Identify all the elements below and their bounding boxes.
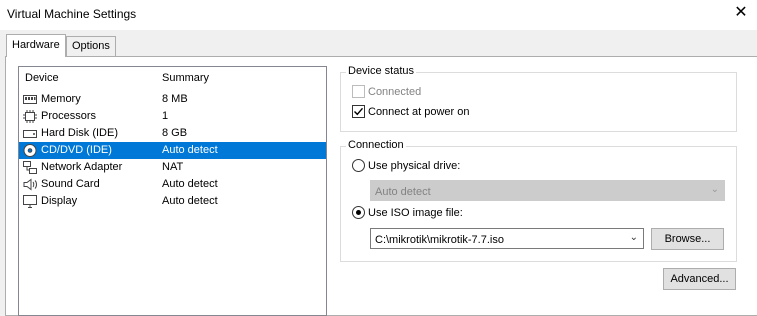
device-summary: NAT <box>162 161 184 173</box>
network-adapter-icon <box>23 161 37 174</box>
device-row-network-adapter[interactable]: Network Adapter NAT <box>19 159 326 176</box>
device-status-title: Device status <box>346 65 417 77</box>
chevron-down-icon: ⌄ <box>710 184 719 195</box>
tab-hardware[interactable]: Hardware <box>6 34 66 57</box>
advanced-button[interactable]: Advanced... <box>663 268 736 290</box>
connected-checkbox[interactable] <box>352 85 365 98</box>
connect-at-power-on-checkbox[interactable] <box>352 105 365 118</box>
tab-options[interactable]: Options <box>66 36 116 56</box>
device-name: Memory <box>41 93 81 105</box>
connect-at-power-on-label: Connect at power on <box>368 106 470 118</box>
column-header-summary[interactable]: Summary <box>162 72 209 84</box>
window-title: Virtual Machine Settings <box>7 7 137 21</box>
use-iso-image-radio[interactable] <box>352 206 365 219</box>
device-name: Processors <box>41 110 97 122</box>
processor-icon <box>23 110 37 123</box>
use-physical-drive-radio[interactable] <box>352 159 365 172</box>
use-physical-drive-label: Use physical drive: <box>368 160 461 172</box>
connected-label: Connected <box>368 86 422 98</box>
device-name: Hard Disk (IDE) <box>41 127 119 139</box>
cd-dvd-icon <box>23 144 37 157</box>
device-status-group <box>340 72 737 132</box>
physical-drive-select[interactable]: Auto detect ⌄ <box>370 180 725 201</box>
sound-card-icon <box>23 178 37 191</box>
device-summary: 1 <box>162 110 169 122</box>
memory-icon <box>23 95 37 104</box>
tab-hardware-label: Hardware <box>12 39 60 51</box>
close-icon[interactable]: ✕ <box>731 4 751 24</box>
device-summary: Auto detect <box>162 195 218 207</box>
checkmark-icon <box>354 107 364 116</box>
device-name: Sound Card <box>41 178 100 190</box>
device-summary: Auto detect <box>162 144 218 156</box>
connection-title: Connection <box>346 139 406 151</box>
hard-disk-icon <box>23 130 37 138</box>
device-summary: Auto detect <box>162 178 218 190</box>
browse-button[interactable]: Browse... <box>651 228 724 250</box>
radio-selected-dot <box>356 210 361 215</box>
device-row-memory[interactable]: Memory 8 MB <box>19 91 326 108</box>
device-row-cd-dvd[interactable]: CD/DVD (IDE) Auto detect <box>19 142 326 159</box>
column-header-device[interactable]: Device <box>25 72 59 84</box>
device-row-processors[interactable]: Processors 1 <box>19 108 326 125</box>
chevron-down-icon[interactable]: ⌄ <box>630 232 638 243</box>
device-name: Network Adapter <box>41 161 123 173</box>
device-name: CD/DVD (IDE) <box>41 144 112 156</box>
display-icon <box>23 195 37 208</box>
device-row-display[interactable]: Display Auto detect <box>19 193 326 210</box>
device-summary: 8 GB <box>162 127 188 139</box>
use-iso-image-label: Use ISO image file: <box>368 207 463 219</box>
device-summary: 8 MB <box>162 93 188 105</box>
tab-options-label: Options <box>72 40 110 52</box>
iso-path-value: C:\mikrotik\mikrotik-7.7.iso <box>375 234 504 246</box>
device-name: Display <box>41 195 78 207</box>
iso-path-combobox[interactable]: C:\mikrotik\mikrotik-7.7.iso ⌄ <box>370 228 644 249</box>
physical-drive-value: Auto detect <box>375 186 431 198</box>
device-row-hard-disk[interactable]: Hard Disk (IDE) 8 GB <box>19 125 326 142</box>
device-row-sound-card[interactable]: Sound Card Auto detect <box>19 176 326 193</box>
